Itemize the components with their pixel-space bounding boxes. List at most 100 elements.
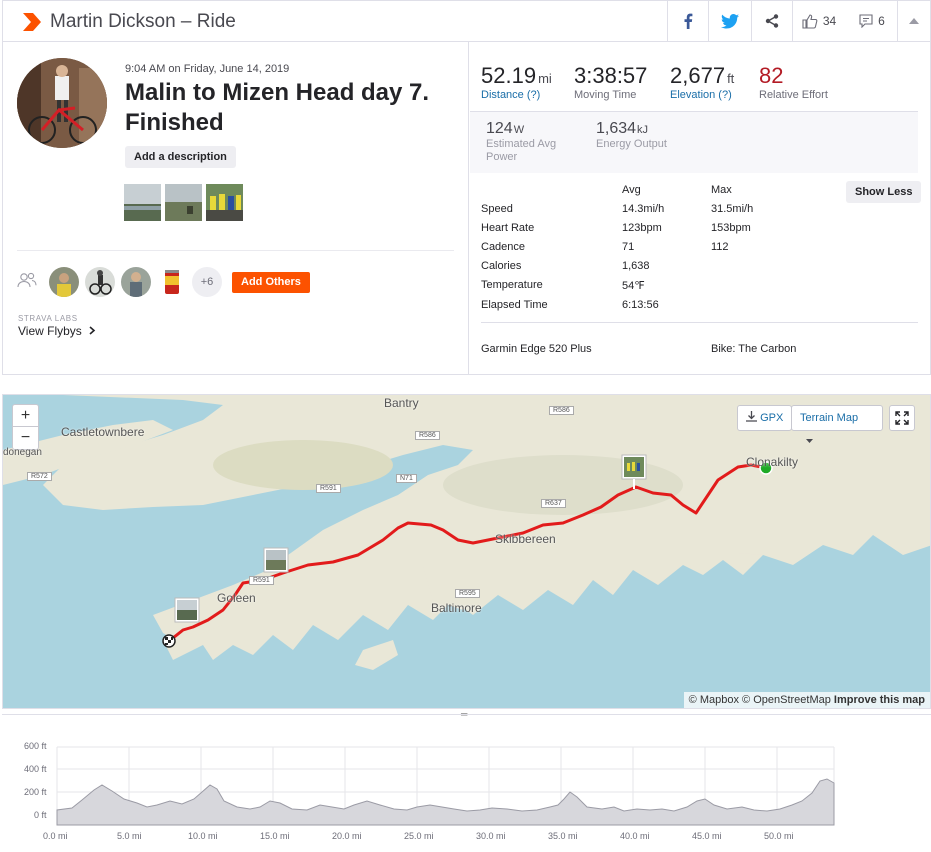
strava-chevron-icon[interactable] — [23, 13, 41, 31]
map-label: Castletownbere — [61, 425, 145, 439]
avatar-photo — [17, 58, 107, 148]
map-type-select[interactable]: Terrain Map — [791, 405, 883, 443]
x-tick-label: 15.0 mi — [260, 831, 290, 841]
facebook-share-button[interactable] — [668, 1, 708, 41]
x-tick-label: 5.0 mi — [117, 831, 142, 841]
activity-datetime: 9:04 AM on Friday, June 14, 2019 — [125, 63, 290, 75]
view-flybys-link[interactable]: View Flybys — [18, 324, 96, 338]
stat-power: 124W Estimated Avg Power — [486, 120, 557, 163]
strava-labs-label: STRAVA LABS — [18, 314, 78, 323]
x-tick-label: 0.0 mi — [43, 831, 68, 841]
x-tick-label: 35.0 mi — [548, 831, 578, 841]
y-tick-label: 200 ft — [24, 787, 47, 797]
stat-elevation: 2,677 ft Elevation (?) — [670, 63, 735, 101]
osm-link[interactable]: © OpenStreetMap — [742, 694, 831, 706]
add-description-button[interactable]: Add a description — [125, 146, 236, 168]
x-tick-label: 50.0 mi — [764, 831, 794, 841]
more-athletes-count[interactable]: +6 — [192, 267, 222, 297]
road-label: R586 — [549, 406, 574, 415]
kudos-button[interactable]: 34 — [793, 1, 845, 41]
show-less-button[interactable]: Show Less — [846, 181, 922, 203]
improve-map-link[interactable]: Improve this map — [834, 694, 925, 706]
group-athlete-avatar[interactable] — [121, 267, 151, 297]
details-row-heart-rate: Heart Rate — [481, 222, 535, 234]
stat-distance: 52.19 mi Distance (?) — [481, 63, 552, 101]
map-label: Skibbereen — [495, 532, 556, 546]
share-button[interactable] — [752, 1, 792, 41]
x-tick-label: 40.0 mi — [620, 831, 650, 841]
road-label: R572 — [27, 472, 52, 481]
comments-button[interactable]: 6 — [849, 1, 895, 41]
group-athlete-avatar[interactable] — [85, 267, 115, 297]
mapbox-link[interactable]: © Mapbox — [689, 694, 739, 706]
road-label: R637 — [541, 499, 566, 508]
road-label: R591 — [316, 484, 341, 493]
map-photo-marker — [263, 547, 289, 573]
details-row-temperature: Temperature — [481, 279, 543, 291]
elevation-profile[interactable]: 600 ft 400 ft 200 ft 0 ft 0.0 mi 5.0 mi … — [2, 714, 931, 851]
details-row-calories: Calories — [481, 260, 522, 272]
max-column-header: Max — [711, 184, 732, 196]
activity-photo-2[interactable] — [165, 184, 202, 221]
activity-name: Malin to Mizen Head day 7. Finished — [125, 79, 430, 136]
athlete-avatar[interactable] — [17, 58, 107, 148]
thumbs-up-icon — [802, 13, 818, 29]
fullscreen-button[interactable] — [889, 405, 915, 431]
facebook-icon — [684, 13, 693, 29]
activity-summary: 9:04 AM on Friday, June 14, 2019 Malin t… — [2, 42, 931, 375]
share-icon — [765, 14, 779, 28]
comment-icon — [859, 14, 873, 28]
group-icon — [17, 272, 37, 288]
map-label: Baltimore — [431, 601, 482, 615]
activity-header: Martin Dickson – Ride 34 6 — [2, 0, 931, 42]
twitter-share-button[interactable] — [709, 1, 751, 41]
map-canvas — [3, 395, 930, 708]
avg-column-header: Avg — [622, 184, 641, 196]
comment-count: 6 — [878, 14, 885, 28]
bike-name[interactable]: Bike: The Carbon — [711, 343, 796, 355]
details-row-speed: Speed — [481, 203, 513, 215]
road-label: R591 — [249, 576, 274, 585]
stat-relative-effort[interactable]: 82 Relative Effort — [759, 63, 828, 101]
map-attribution: © Mapbox © OpenStreetMap Improve this ma… — [683, 692, 930, 708]
map-label: Goleen — [217, 591, 256, 605]
x-tick-label: 10.0 mi — [188, 831, 218, 841]
details-row-cadence: Cadence — [481, 241, 526, 253]
twitter-icon — [721, 13, 739, 29]
download-icon — [746, 411, 757, 422]
map-label: donegan — [3, 447, 42, 458]
activity-photo-3[interactable] — [206, 184, 243, 221]
group-athlete-avatar[interactable] — [49, 267, 79, 297]
details-row-elapsed-time: Elapsed Time — [481, 299, 548, 311]
zoom-in-button[interactable]: + — [13, 405, 38, 427]
y-tick-label: 0 ft — [34, 810, 47, 820]
collapse-button[interactable] — [898, 1, 930, 41]
add-others-button[interactable]: Add Others — [232, 272, 310, 293]
road-label: R586 — [415, 431, 440, 440]
caret-down-icon — [806, 439, 813, 443]
chevron-right-icon — [89, 326, 96, 335]
road-label: R595 — [455, 589, 480, 598]
y-tick-label: 600 ft — [24, 741, 47, 751]
caret-up-icon — [909, 18, 919, 24]
x-tick-label: 45.0 mi — [692, 831, 722, 841]
road-label: N71 — [396, 474, 417, 483]
y-tick-label: 400 ft — [24, 764, 47, 774]
zoom-control: + − — [12, 404, 39, 450]
map-photo-marker — [174, 597, 200, 623]
stat-energy: 1,634kJ Energy Output — [596, 120, 667, 150]
distance-label[interactable]: Distance (?) — [481, 89, 552, 101]
device-name: Garmin Edge 520 Plus — [481, 343, 592, 355]
activity-photo-1[interactable] — [124, 184, 161, 221]
map-label: Bantry — [384, 396, 419, 410]
expand-icon — [895, 411, 909, 425]
download-gpx-button[interactable]: GPX — [737, 405, 793, 431]
elevation-label[interactable]: Elevation (?) — [670, 89, 734, 101]
x-tick-label: 30.0 mi — [476, 831, 506, 841]
route-map[interactable]: + − Bantry Castletownbere donegan Clonak… — [2, 394, 931, 709]
zoom-out-button[interactable]: − — [13, 427, 38, 449]
elevation-area — [56, 778, 835, 826]
stat-moving-time: 3:38:57 Moving Time — [574, 63, 648, 101]
group-athlete-avatar[interactable] — [157, 267, 187, 297]
x-tick-label: 20.0 mi — [332, 831, 362, 841]
